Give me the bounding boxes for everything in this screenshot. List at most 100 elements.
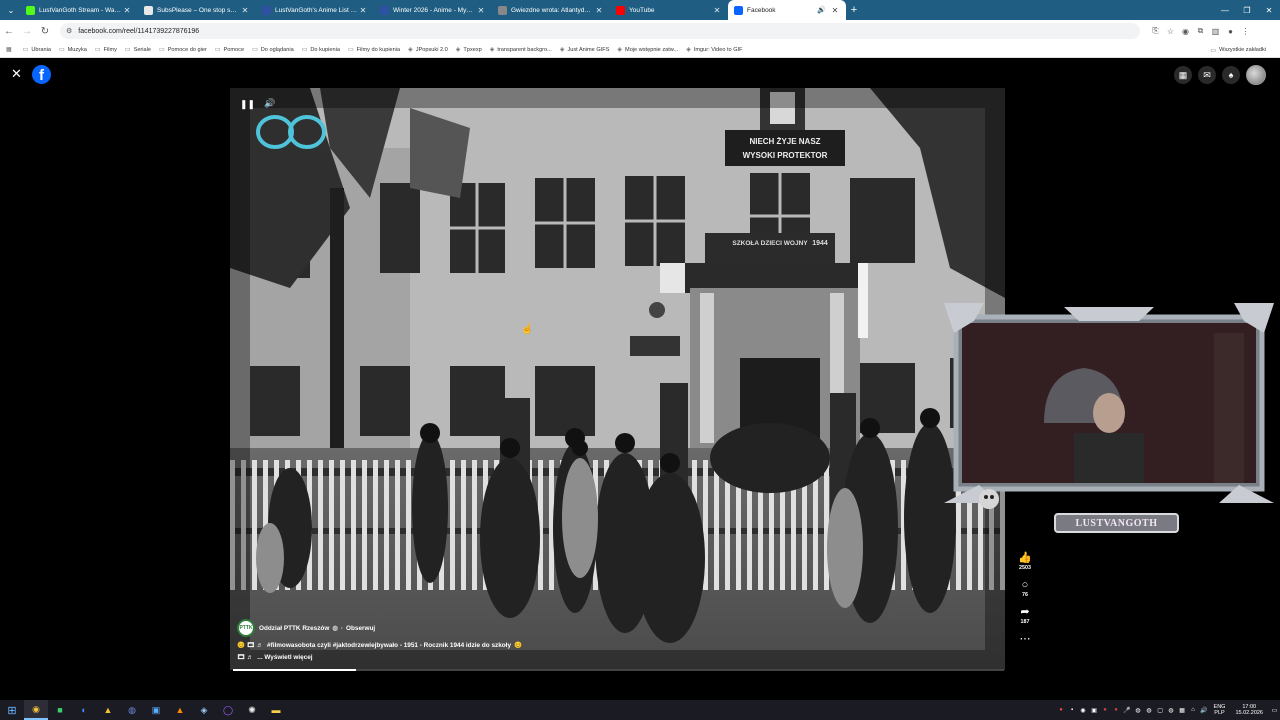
- author-avatar[interactable]: PTTK: [237, 619, 255, 637]
- tray-icon-11[interactable]: ▦: [1177, 707, 1188, 714]
- bookmark-item[interactable]: ▭ Do kupienia: [302, 46, 340, 54]
- url-bar[interactable]: ⚙ facebook.com/reel/1141739227876196: [60, 23, 1140, 39]
- maximize-icon[interactable]: ❐: [1236, 6, 1258, 15]
- app-green-icon[interactable]: ■: [48, 700, 72, 720]
- pause-icon[interactable]: ❚❚: [240, 99, 255, 110]
- tray-icon-5[interactable]: ●: [1100, 707, 1111, 713]
- windows-start-icon[interactable]: ⊞: [0, 700, 24, 720]
- tray-icon-1[interactable]: ●: [1056, 707, 1067, 713]
- bookmark-item[interactable]: ▭ Filmy do kupienia: [348, 46, 400, 54]
- app-yellow-icon[interactable]: ▲: [96, 700, 120, 720]
- facebook-logo[interactable]: f: [32, 65, 51, 84]
- bookmark-item[interactable]: ▭ Ubrania: [23, 46, 51, 54]
- video-progress-bar[interactable]: [233, 669, 1004, 671]
- tray-icon-8[interactable]: ◍: [1144, 707, 1155, 714]
- apps-icon[interactable]: ▦: [6, 46, 15, 53]
- bookmark-item[interactable]: ◈ Imgur: Video to GIF: [686, 46, 742, 54]
- notification-center-icon[interactable]: ▭: [1269, 707, 1280, 714]
- profile-icon[interactable]: ●: [1223, 27, 1238, 36]
- app-white-icon[interactable]: ✺: [240, 700, 264, 720]
- tab-title: LustVanGoth's Anime List - My: [275, 6, 358, 14]
- tray-icon-2[interactable]: ▪: [1067, 707, 1078, 713]
- close-tab-icon[interactable]: ✕: [358, 6, 368, 15]
- share-button[interactable]: ➦ 187: [1013, 606, 1037, 625]
- browser-tab[interactable]: SubsPlease – One stop shop fo ✕: [138, 0, 256, 20]
- bookmark-item[interactable]: ▭ Pomoce do gier: [159, 46, 207, 54]
- site-info-icon[interactable]: ⚙: [66, 27, 72, 35]
- see-more-link[interactable]: ... Wyświetl więcej: [257, 654, 312, 661]
- minimize-icon[interactable]: —: [1214, 6, 1236, 15]
- follow-button[interactable]: Obserwuj: [346, 625, 375, 632]
- tray-icon-4[interactable]: ▣: [1089, 707, 1100, 714]
- browser-tab[interactable]: LustVanGoth Stream - Watch Li ✕: [20, 0, 138, 20]
- bookmark-item[interactable]: ▭ Muzyka: [59, 46, 87, 54]
- bookmark-star-icon[interactable]: ☆: [1163, 27, 1178, 36]
- tray-icon-3[interactable]: ◉: [1078, 707, 1089, 714]
- extension-icon[interactable]: ◉: [1178, 27, 1193, 36]
- close-tab-icon[interactable]: ✕: [122, 6, 132, 15]
- steam-icon[interactable]: ◈: [192, 700, 216, 720]
- bookmark-item[interactable]: ◈ JPopsuki 2.0: [408, 46, 448, 54]
- notifications-icon[interactable]: ♠: [1222, 66, 1240, 84]
- chrome-icon[interactable]: ◉: [24, 700, 48, 720]
- browser-tab[interactable]: Facebook 🔊 ✕: [728, 0, 846, 20]
- volume-icon[interactable]: 🔊: [264, 98, 275, 109]
- tray-icon-9[interactable]: ▢: [1155, 707, 1166, 714]
- browser-tab[interactable]: YouTube ✕: [610, 0, 728, 20]
- sidebar-icon[interactable]: ▥: [1208, 27, 1223, 36]
- like-button[interactable]: 👍 2503: [1013, 552, 1037, 571]
- install-app-icon[interactable]: ⎘: [1148, 26, 1163, 36]
- close-tab-icon[interactable]: ✕: [712, 6, 722, 15]
- browser-tab[interactable]: Winter 2026 - Anime - MyAnim ✕: [374, 0, 492, 20]
- bookmark-item[interactable]: ▭ Filmy: [95, 46, 117, 54]
- more-options-icon[interactable]: ⋯: [1013, 633, 1037, 646]
- all-bookmarks-link[interactable]: ▭ Wszystkie zakładki: [1210, 47, 1266, 54]
- mal-icon: [380, 5, 389, 15]
- close-tab-icon[interactable]: ✕: [594, 6, 604, 15]
- comment-button[interactable]: ○ 76: [1013, 579, 1037, 598]
- browser-tab[interactable]: LustVanGoth's Anime List - My ✕: [256, 0, 374, 20]
- avatar[interactable]: [1246, 65, 1266, 85]
- new-tab-button[interactable]: +: [846, 4, 862, 16]
- tray-icon-6[interactable]: ●: [1111, 707, 1122, 713]
- bookmark-item[interactable]: ◈ Tpxexp: [456, 46, 482, 54]
- volume-tray-icon[interactable]: 🔊: [1199, 707, 1210, 714]
- vlc-icon[interactable]: ▲: [168, 700, 192, 720]
- close-tab-icon[interactable]: ✕: [240, 6, 250, 15]
- url-text: facebook.com/reel/1141739227876196: [78, 27, 200, 35]
- tray-icon-10[interactable]: ◍: [1166, 707, 1177, 714]
- site-icon: ◈: [408, 47, 413, 53]
- store-icon[interactable]: ▣: [144, 700, 168, 720]
- menu-grid-icon[interactable]: ▦: [1174, 66, 1192, 84]
- discord-icon[interactable]: ◍: [120, 700, 144, 720]
- file-explorer-icon[interactable]: ▬: [264, 700, 288, 720]
- microphone-icon[interactable]: 🎤: [1122, 707, 1133, 714]
- back-icon[interactable]: ←: [0, 26, 18, 37]
- bookmark-item[interactable]: ◈ transparent backgro...: [490, 46, 552, 54]
- tab-audio-icon[interactable]: 🔊: [817, 6, 826, 14]
- bookmark-item[interactable]: ◈ Moje wstępnie zatw...: [617, 46, 678, 54]
- bookmark-item[interactable]: ▭ Seriale: [125, 46, 151, 54]
- bookmark-item[interactable]: ▭ Do oglądania: [252, 46, 294, 54]
- browser-tab[interactable]: Gwiezdne wrota: Atlantyda / St ✕: [492, 0, 610, 20]
- reload-icon[interactable]: ↻: [36, 26, 54, 37]
- close-tab-icon[interactable]: ✕: [476, 6, 486, 15]
- tab-search-icon[interactable]: ⌄: [2, 1, 20, 19]
- reel-video[interactable]: NIECH ŻYJE NASZ WYSOKI PROTEKTOR SZKOŁA …: [230, 88, 1005, 670]
- messenger-icon[interactable]: ✉: [1198, 66, 1216, 84]
- bookmark-item[interactable]: ▭ Pomoce: [215, 46, 244, 54]
- menu-icon[interactable]: ⋮: [1238, 27, 1253, 36]
- puzzle-icon[interactable]: ⧉: [1193, 26, 1208, 36]
- close-icon[interactable]: ✕: [11, 67, 22, 80]
- clock[interactable]: 17:00 15.02.2026: [1235, 704, 1263, 716]
- tray-icon-7[interactable]: ◍: [1133, 707, 1144, 714]
- browser-blue-icon[interactable]: ◐: [72, 700, 96, 720]
- bookmark-item[interactable]: ◈ Just Anime GIFS: [560, 46, 610, 54]
- forward-icon[interactable]: →: [18, 26, 36, 37]
- obs-icon[interactable]: ◯: [216, 700, 240, 720]
- close-tab-icon[interactable]: ✕: [830, 6, 840, 15]
- author-name[interactable]: Oddział PTTK Rzeszów: [259, 625, 329, 632]
- close-window-icon[interactable]: ✕: [1258, 6, 1280, 15]
- input-language[interactable]: ENG PLP: [1214, 704, 1226, 716]
- network-icon[interactable]: ⌂: [1188, 707, 1199, 713]
